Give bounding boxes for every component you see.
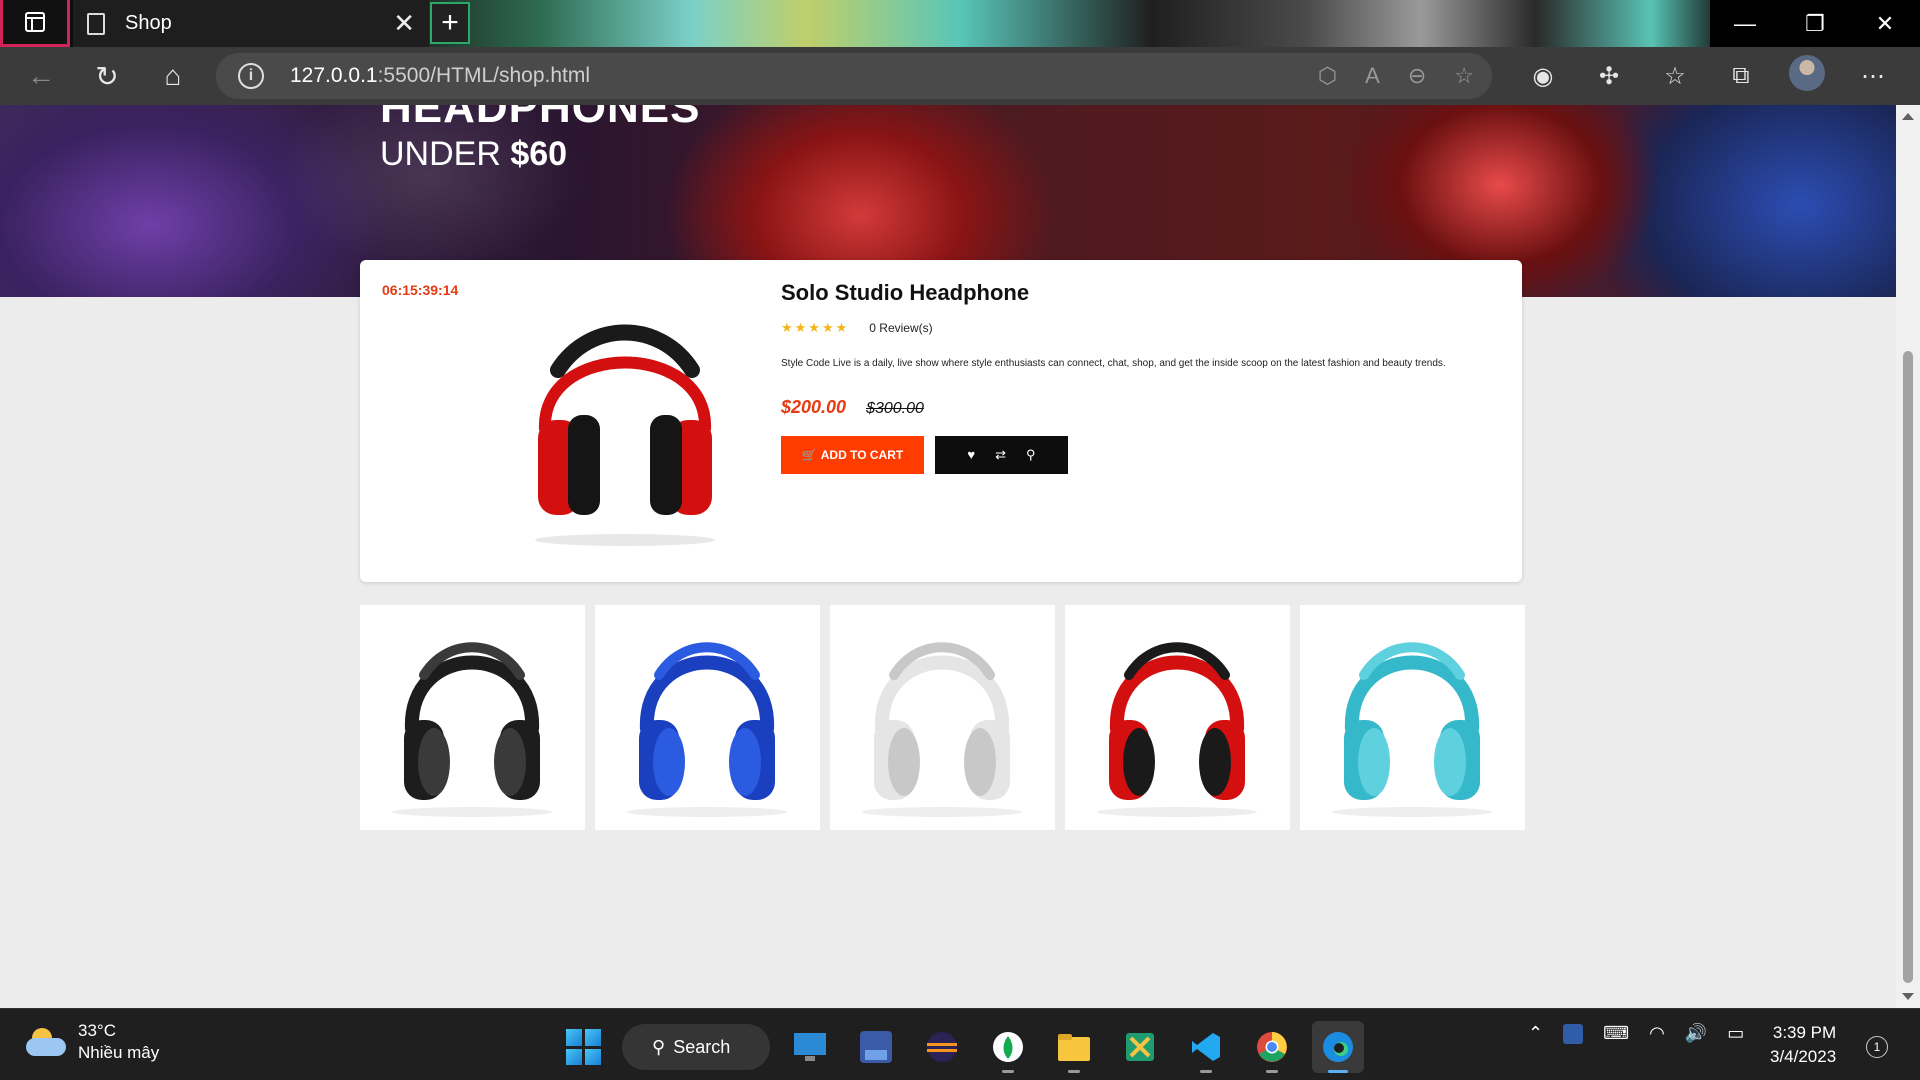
edge-icon[interactable] [1312, 1021, 1364, 1073]
thumbnail-2[interactable] [595, 605, 820, 830]
original-price: $300.00 [866, 399, 924, 417]
collections-icon[interactable]: ⧉ [1708, 62, 1774, 90]
more-menu-icon[interactable]: ⋯ [1840, 62, 1906, 91]
notification-badge[interactable]: 1 [1866, 1036, 1888, 1058]
wifi-icon[interactable]: ◠ [1649, 1023, 1665, 1044]
product-actions: ♥ ⇄ ⚲ [935, 435, 1068, 474]
search-icon: ⚲ [652, 1036, 666, 1057]
zoom-icon[interactable]: ⊖ [1408, 63, 1426, 89]
desktop-app-icon[interactable] [784, 1021, 836, 1073]
scroll-thumb[interactable] [1903, 351, 1913, 983]
compare-icon[interactable]: ⇄ [995, 447, 1006, 463]
banner-title: HEADPHONES [380, 105, 701, 132]
favorites-icon[interactable]: ☆ [1642, 62, 1708, 91]
page-scrollbar[interactable] [1896, 105, 1920, 1008]
rating-stars: ★★★★★ [781, 320, 850, 335]
add-favorite-icon[interactable]: ☆ [1454, 63, 1474, 89]
windows-taskbar: 33°C Nhiều mây ⚲ Search ⌃ ⌨ ◠ 🔊 ▭ 3:39 P… [0, 1008, 1920, 1080]
system-clock[interactable]: 3:39 PM 3/4/2023 [1770, 1021, 1836, 1069]
add-to-cart-button[interactable]: 🛒 ADD TO CART [781, 435, 924, 474]
show-hidden-icons-icon[interactable]: ⌃ [1528, 1023, 1543, 1044]
extension-owl-icon[interactable]: ◉ [1510, 62, 1576, 91]
product-description: Style Code Live is a daily, live show wh… [781, 358, 1446, 369]
search-icon[interactable]: ⚲ [1026, 447, 1036, 463]
site-info-icon[interactable]: i [238, 63, 264, 89]
banner-subtitle: UNDER $60 [380, 135, 568, 173]
scroll-up-arrow[interactable] [1902, 113, 1914, 120]
temperature: 33°C [78, 1021, 116, 1040]
tab-actions-icon [25, 12, 45, 32]
home-button[interactable]: ⌂ [140, 47, 206, 105]
partly-cloudy-icon [26, 1028, 66, 1056]
tab-title: Shop [125, 12, 172, 34]
thumbnail-3[interactable] [830, 605, 1055, 830]
countdown-timer: 06:15:39:14 [382, 282, 459, 298]
eclipse-icon[interactable] [916, 1021, 968, 1073]
chrome-icon[interactable] [1246, 1021, 1298, 1073]
address-bar[interactable]: i 127.0.0.1:5500/HTML/shop.html ⬡ A ⊖ ☆ [216, 53, 1492, 99]
restore-button[interactable]: ❐ [1780, 0, 1850, 47]
window-controls: — ❐ ✕ [1710, 0, 1920, 47]
page-content: HEADPHONES UNDER $60 06:15:39:14 Solo St… [0, 105, 1896, 1008]
dev-app-icon[interactable] [850, 1021, 902, 1073]
review-count[interactable]: 0 Review(s) [869, 321, 932, 335]
vscode-icon[interactable] [1180, 1021, 1232, 1073]
keyboard-icon[interactable]: ⌨ [1603, 1023, 1629, 1044]
tag-icon[interactable]: ⬡ [1318, 63, 1337, 89]
thumbnail-5[interactable] [1300, 605, 1525, 830]
taskbar-search[interactable]: ⚲ Search [622, 1024, 770, 1070]
system-tray: ⌃ ⌨ ◠ 🔊 ▭ [1528, 1023, 1744, 1044]
browser-toolbar: ← ↻ ⌂ i 127.0.0.1:5500/HTML/shop.html ⬡ … [0, 47, 1920, 105]
url-text: 127.0.0.1:5500/HTML/shop.html [290, 64, 591, 87]
weather-widget[interactable]: 33°C Nhiều mây [26, 1021, 159, 1063]
battery-icon[interactable]: ▭ [1727, 1023, 1744, 1044]
tab-shop[interactable]: Shop ✕ [73, 0, 429, 47]
thumbnail-gallery [360, 605, 1525, 830]
file-explorer-icon[interactable] [1048, 1021, 1100, 1073]
product-name[interactable]: Solo Studio Headphone [781, 280, 1501, 306]
refresh-button[interactable]: ↻ [74, 47, 140, 105]
profile-avatar[interactable] [1774, 54, 1840, 98]
close-tab-icon[interactable]: ✕ [393, 10, 415, 36]
minimize-button[interactable]: — [1710, 0, 1780, 47]
close-window-button[interactable]: ✕ [1850, 0, 1920, 47]
product-image[interactable] [510, 300, 740, 550]
new-tab-button[interactable]: + [430, 2, 470, 44]
page-icon [87, 12, 105, 35]
weather-condition: Nhiều mây [78, 1043, 160, 1062]
app-tray-icon[interactable] [1563, 1023, 1584, 1044]
tab-actions-button[interactable] [0, 0, 70, 47]
extensions-icon[interactable]: ✣ [1576, 62, 1642, 91]
back-button[interactable]: ← [8, 47, 74, 105]
mongodb-compass-icon[interactable] [982, 1021, 1034, 1073]
scroll-down-arrow[interactable] [1902, 993, 1914, 1000]
thumbnail-4[interactable] [1065, 605, 1290, 830]
read-aloud-icon[interactable]: A [1365, 63, 1380, 89]
deal-card: 06:15:39:14 Solo Studio Headphone ★★★★★ … [360, 260, 1522, 582]
sale-price: $200.00 [781, 396, 847, 417]
volume-icon[interactable]: 🔊 [1685, 1023, 1707, 1044]
cart-icon: 🛒 [801, 447, 817, 462]
thumbnail-1[interactable] [360, 605, 585, 830]
start-button[interactable] [560, 1023, 608, 1071]
browser-title-bar: Shop ✕ + — ❐ ✕ [0, 0, 1920, 47]
snipping-tool-icon[interactable] [1114, 1021, 1166, 1073]
heart-icon[interactable]: ♥ [967, 447, 975, 462]
